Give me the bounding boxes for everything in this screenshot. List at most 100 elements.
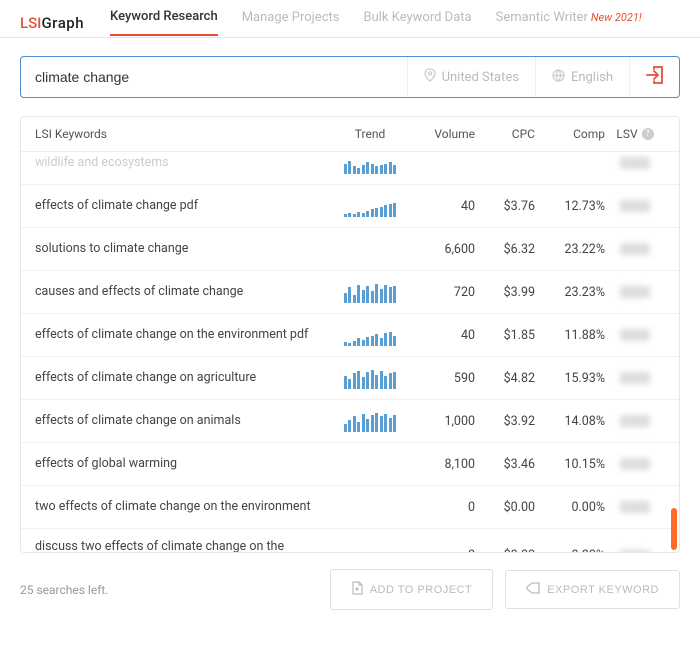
region-label: United States	[442, 70, 519, 85]
table-row[interactable]: effects of climate change pdf40$3.7612.7…	[21, 185, 679, 228]
table-header: LSI Keywords Trend Volume CPC Comp LSV ?	[21, 117, 679, 152]
cpc-cell: $0.00	[475, 548, 535, 552]
lsv-blurred-value	[620, 286, 650, 298]
col-header-comp[interactable]: Comp	[535, 127, 605, 141]
pin-icon	[424, 68, 436, 86]
trend-sparkline	[335, 367, 405, 389]
keyword-cell: effects of climate change on the environ…	[35, 327, 335, 344]
lsv-cell	[605, 372, 665, 384]
col-header-volume[interactable]: Volume	[405, 127, 475, 141]
keyword-cell: effects of global warming	[35, 456, 335, 473]
keyword-cell: effects of climate change on agriculture	[35, 370, 335, 387]
lsv-blurred-value	[620, 200, 650, 212]
keyword-cell: effects of climate change pdf	[35, 198, 335, 215]
trend-sparkline	[335, 238, 405, 260]
trend-sparkline	[335, 195, 405, 217]
col-header-lsv[interactable]: LSV ?	[605, 127, 665, 141]
keyword-table: LSI Keywords Trend Volume CPC Comp LSV ?…	[20, 116, 680, 553]
lsv-cell	[605, 550, 665, 552]
keyword-cell: two effects of climate change on the env…	[35, 499, 335, 516]
cpc-cell: $6.32	[475, 242, 535, 257]
nav-badge: New 2021!	[591, 11, 642, 24]
col-header-cpc[interactable]: CPC	[475, 127, 535, 141]
table-row[interactable]: effects of global warming 8,100$3.4610.15…	[21, 443, 679, 486]
lsv-blurred-value	[620, 243, 650, 255]
footer: 25 searches left. ADD TO PROJECT EXPORT …	[0, 553, 700, 626]
logo-part2: Graph	[41, 14, 84, 32]
export-keyword-label: EXPORT KEYWORD	[547, 584, 659, 596]
trend-sparkline	[335, 324, 405, 346]
logo: LSIGraph	[20, 14, 84, 32]
cpc-cell: $3.99	[475, 285, 535, 300]
cpc-cell: $1.85	[475, 328, 535, 343]
lsv-cell	[605, 157, 665, 169]
login-arrow-icon	[645, 66, 665, 88]
table-row[interactable]: effects of climate change on agriculture…	[21, 357, 679, 400]
searches-remaining: 25 searches left.	[20, 583, 318, 597]
volume-cell: 1,000	[405, 414, 475, 429]
search-input[interactable]	[21, 69, 407, 85]
nav-tab-semantic-writer[interactable]: Semantic WriterNew 2021!	[496, 10, 642, 35]
volume-cell: 8,100	[405, 457, 475, 472]
search-submit-button[interactable]	[629, 57, 679, 97]
comp-cell: 12.73%	[535, 199, 605, 214]
lsv-cell	[605, 458, 665, 470]
table-row[interactable]: discuss two effects of climate change on…	[21, 529, 679, 552]
scrollbar-thumb[interactable]	[671, 508, 677, 550]
table-row[interactable]: solutions to climate change 6,600$6.3223.…	[21, 228, 679, 271]
lsv-cell	[605, 243, 665, 255]
table-row[interactable]: causes and effects of climate change 720$…	[21, 271, 679, 314]
volume-cell: 0	[405, 548, 475, 552]
lsv-blurred-value	[620, 458, 650, 470]
comp-cell: 23.23%	[535, 285, 605, 300]
language-label: English	[571, 70, 613, 85]
trend-sparkline	[335, 545, 405, 552]
trend-sparkline	[335, 453, 405, 475]
table-row[interactable]: wildlife and ecosystems	[21, 152, 679, 185]
col-header-keywords[interactable]: LSI Keywords	[35, 127, 335, 141]
comp-cell: 14.08%	[535, 414, 605, 429]
comp-cell: 0.00%	[535, 548, 605, 552]
table-row[interactable]: two effects of climate change on the env…	[21, 486, 679, 529]
comp-cell: 23.22%	[535, 242, 605, 257]
top-nav: LSIGraph Keyword Research Manage Projects…	[0, 0, 700, 38]
lsv-blurred-value	[620, 329, 650, 341]
table-row[interactable]: effects of climate change on animals1,00…	[21, 400, 679, 443]
lsv-blurred-value	[620, 550, 650, 552]
col-header-trend[interactable]: Trend	[335, 127, 405, 141]
table-row[interactable]: effects of climate change on the environ…	[21, 314, 679, 357]
region-selector[interactable]: United States	[407, 57, 535, 97]
trend-sparkline	[335, 496, 405, 518]
table-body[interactable]: wildlife and ecosystems effects of climat…	[21, 152, 679, 552]
lsv-cell	[605, 286, 665, 298]
add-to-project-button[interactable]: ADD TO PROJECT	[330, 569, 494, 610]
volume-cell: 590	[405, 371, 475, 386]
file-plus-icon	[351, 581, 363, 598]
nav-tab-manage-projects[interactable]: Manage Projects	[242, 10, 340, 35]
comp-cell: 11.88%	[535, 328, 605, 343]
keyword-cell: solutions to climate change	[35, 241, 335, 258]
trend-sparkline	[335, 281, 405, 303]
nav-tab-keyword-research[interactable]: Keyword Research	[110, 9, 218, 36]
export-keyword-button[interactable]: EXPORT KEYWORD	[505, 570, 680, 609]
volume-cell: 0	[405, 500, 475, 515]
globe-icon	[552, 69, 565, 86]
volume-cell: 720	[405, 285, 475, 300]
scrollbar-track[interactable]	[671, 152, 677, 552]
cpc-cell: $3.92	[475, 414, 535, 429]
comp-cell: 10.15%	[535, 457, 605, 472]
keyword-cell: causes and effects of climate change	[35, 284, 335, 301]
nav-tab-bulk-keyword-data[interactable]: Bulk Keyword Data	[363, 10, 471, 35]
lsv-blurred-value	[620, 372, 650, 384]
lsv-cell	[605, 329, 665, 341]
lsv-cell	[605, 415, 665, 427]
lsv-blurred-value	[620, 157, 650, 169]
volume-cell: 6,600	[405, 242, 475, 257]
volume-cell: 40	[405, 328, 475, 343]
lsv-blurred-value	[620, 415, 650, 427]
cpc-cell: $3.46	[475, 457, 535, 472]
help-icon[interactable]: ?	[642, 128, 654, 140]
volume-cell: 40	[405, 199, 475, 214]
export-icon	[526, 582, 540, 597]
language-selector[interactable]: English	[535, 57, 629, 97]
